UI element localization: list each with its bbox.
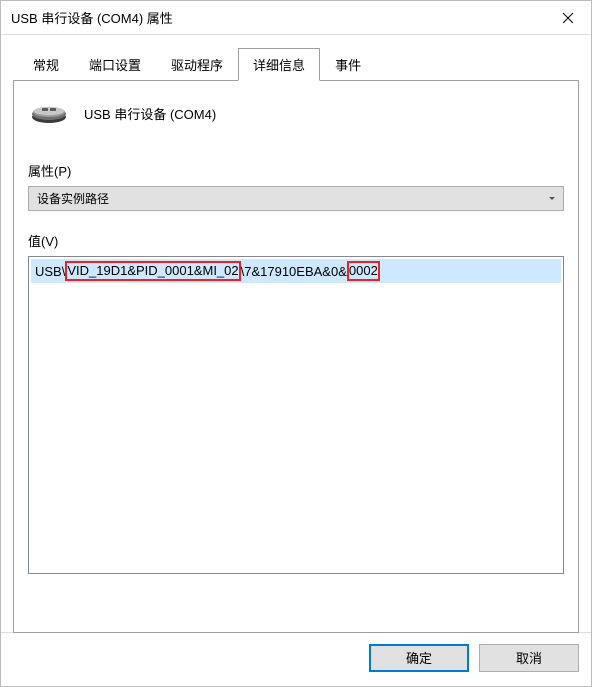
cancel-button[interactable]: 取消: [479, 644, 579, 672]
client-area: 常规 端口设置 驱动程序 详细信息 事件 USB 串行设备 (COM4) 属性(…: [1, 35, 591, 632]
property-label: 属性(P): [28, 161, 564, 180]
tab-details[interactable]: 详细信息: [238, 48, 320, 81]
close-button[interactable]: [545, 1, 591, 35]
device-name: USB 串行设备 (COM4): [84, 104, 216, 123]
tab-general[interactable]: 常规: [18, 48, 74, 81]
value-seg-mid: \7&17910EBA&0&: [241, 264, 347, 279]
tab-bar: 常规 端口设置 驱动程序 详细信息 事件: [13, 47, 579, 80]
ok-button[interactable]: 确定: [369, 644, 469, 672]
window-title: USB 串行设备 (COM4) 属性: [11, 8, 545, 27]
property-dropdown[interactable]: 设备实例路径: [28, 186, 564, 211]
device-icon: [28, 99, 70, 127]
close-icon: [562, 12, 574, 24]
dialog-footer: 确定 取消: [1, 632, 591, 682]
property-dropdown-value: 设备实例路径: [37, 190, 549, 207]
value-label: 值(V): [28, 231, 564, 250]
tab-port-settings[interactable]: 端口设置: [74, 48, 156, 81]
value-seg-highlight-1: VID_19D1&PID_0001&MI_02: [65, 261, 240, 281]
value-item-selected[interactable]: USB\VID_19D1&PID_0001&MI_02\7&17910EBA&0…: [31, 259, 561, 283]
tab-driver[interactable]: 驱动程序: [156, 48, 238, 81]
tab-events[interactable]: 事件: [320, 48, 376, 81]
value-listbox[interactable]: USB\VID_19D1&PID_0001&MI_02\7&17910EBA&0…: [28, 256, 564, 574]
device-header: USB 串行设备 (COM4): [28, 99, 564, 127]
value-seg-pre: USB\: [35, 264, 65, 279]
value-seg-highlight-2: 0002: [347, 261, 380, 281]
chevron-down-icon: [549, 197, 555, 200]
titlebar: USB 串行设备 (COM4) 属性: [1, 1, 591, 35]
tab-panel-details: USB 串行设备 (COM4) 属性(P) 设备实例路径 值(V) USB\VI…: [13, 80, 579, 633]
